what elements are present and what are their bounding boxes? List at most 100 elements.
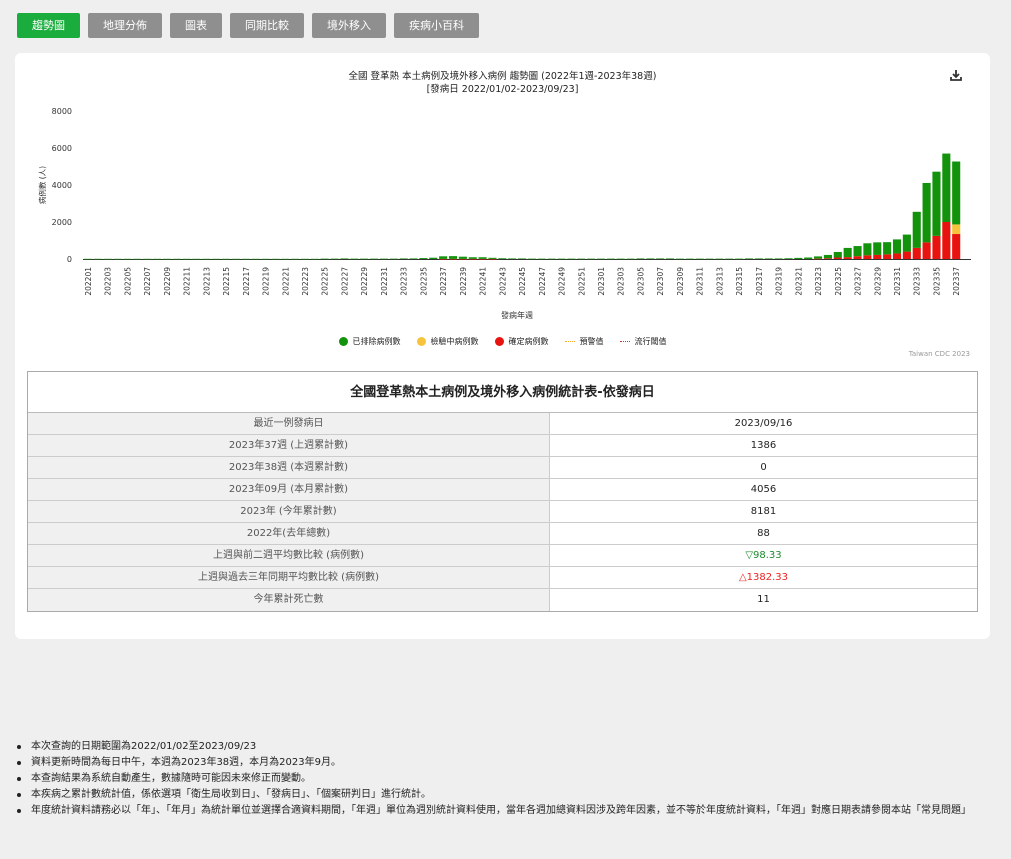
tab-3[interactable]: 同期比較 <box>230 13 304 38</box>
bar-segment <box>902 234 911 252</box>
x-tick-label: 202221 <box>281 267 290 296</box>
bar-segment <box>823 258 832 259</box>
bar-segment <box>399 258 408 260</box>
stats-row: 2023年09月 (本月累計數) 4056 <box>28 479 977 501</box>
y-tick-label: 6000 <box>52 144 72 153</box>
bar-segment <box>212 258 221 260</box>
x-tick-label: 202337 <box>952 267 961 296</box>
x-tick-label: 202207 <box>143 267 152 296</box>
legend-item[interactable]: 確定病例數 <box>494 336 549 347</box>
tab-4[interactable]: 境外移入 <box>312 13 386 38</box>
bar-segment <box>646 258 655 260</box>
bar-segment <box>596 258 606 260</box>
bar-segment <box>162 258 171 260</box>
stats-row: 2023年37週 (上週累計數) 1386 <box>28 435 977 457</box>
x-tick-label: 202233 <box>400 267 409 296</box>
x-tick-label: 202303 <box>617 267 626 296</box>
y-tick-label: 2000 <box>52 218 72 227</box>
bar-segment <box>814 256 823 259</box>
bar-segment <box>192 258 201 260</box>
x-tick-label: 202311 <box>696 267 705 296</box>
bar-segment <box>577 258 586 260</box>
legend-item[interactable]: 預警值 <box>564 336 604 347</box>
bar-segment <box>942 222 951 259</box>
bar-segment <box>143 258 152 260</box>
bar-segment <box>873 242 882 255</box>
bar-segment <box>883 242 892 255</box>
tab-2[interactable]: 圖表 <box>170 13 222 38</box>
bar-segment <box>458 256 467 259</box>
bar-segment <box>300 258 310 260</box>
bar-segment <box>814 258 823 260</box>
bar-segment <box>379 258 388 260</box>
bar-segment <box>932 235 941 260</box>
bar-segment <box>952 224 961 235</box>
x-tick-label: 202323 <box>814 267 823 296</box>
bar-segment <box>912 211 921 248</box>
stats-row-value: 0 <box>550 457 977 478</box>
bar-segment <box>695 258 704 260</box>
bar-segment <box>873 254 882 259</box>
note-item: 年度統計資料請務必以「年」、「年月」為統計單位並選擇合適資料期間，「年週」單位為… <box>16 803 991 819</box>
bar-segment <box>498 258 507 259</box>
tab-bar: 趨勢圖 地理分佈 圖表 同期比較 境外移入 疾病小百科 <box>17 13 479 38</box>
bar-segment <box>685 258 694 260</box>
bar-segment <box>892 253 902 259</box>
stats-row-value: 2023/09/16 <box>550 413 977 434</box>
tab-0[interactable]: 趨勢圖 <box>17 13 80 38</box>
bar-segment <box>251 258 260 260</box>
bar-segment <box>370 258 379 260</box>
bar-segment <box>468 257 477 259</box>
x-tick-label: 202227 <box>341 267 350 296</box>
x-tick-label: 202325 <box>834 267 843 296</box>
bar-segment <box>952 161 961 225</box>
bar-segment <box>93 258 102 260</box>
stats-row: 2022年(去年總數) 88 <box>28 523 977 545</box>
y-tick-label: 4000 <box>52 181 72 190</box>
tab-1[interactable]: 地理分佈 <box>88 13 162 38</box>
x-tick-label: 202329 <box>873 267 882 296</box>
x-tick-label: 202209 <box>163 267 172 296</box>
chart-credit: Taiwan CDC 2023 <box>908 350 970 358</box>
bar-segment <box>182 258 191 260</box>
x-tick-label: 202247 <box>538 267 547 296</box>
legend-dot-icon <box>416 337 426 346</box>
bar-segment <box>626 258 635 260</box>
x-tick-label: 202205 <box>123 267 132 296</box>
bar-segment <box>527 258 536 260</box>
stats-row: 2023年 (今年累計數) 8181 <box>28 501 977 523</box>
legend-label: 已排除病例數 <box>352 337 401 346</box>
bar-segment <box>478 258 487 260</box>
bar-segment <box>656 258 665 260</box>
legend-item[interactable]: 流行閾值 <box>619 336 667 347</box>
bar-segment <box>636 258 645 260</box>
trend-chart: 0 2000 4000 6000 8000 202201 202203 202205 20220… <box>37 107 971 320</box>
bar-segment <box>843 257 852 259</box>
stats-row: 今年累計死亡數 11 <box>28 589 977 611</box>
x-tick-label: 202215 <box>222 267 231 296</box>
bar-segment <box>518 258 527 260</box>
bar-segment <box>715 258 724 260</box>
legend-item[interactable]: 已排除病例數 <box>338 336 401 347</box>
stats-row-value: 4056 <box>550 479 977 500</box>
legend-item[interactable]: 檢驗中病例數 <box>416 336 479 347</box>
stats-row-label: 2023年09月 (本月累計數) <box>28 479 550 500</box>
x-tick-label: 202305 <box>637 267 646 296</box>
bar-segment <box>666 258 675 260</box>
x-tick-label: 202327 <box>854 267 863 296</box>
bar-segment <box>508 258 517 260</box>
legend-dash-icon <box>564 341 575 342</box>
bar-segment <box>222 258 231 260</box>
tab-5[interactable]: 疾病小百科 <box>394 13 479 38</box>
note-item: 資料更新時間為每日中午，本週為2023年38週，本月為2023年9月。 <box>16 755 991 771</box>
bar-segment <box>291 258 300 260</box>
x-tick-label: 202213 <box>202 267 211 296</box>
bar-segment <box>567 258 576 260</box>
bar-segment <box>241 258 250 260</box>
legend-label: 預警值 <box>579 337 604 346</box>
x-tick-label: 202301 <box>597 267 606 296</box>
bar-segment <box>320 258 329 260</box>
legend-label: 確定病例數 <box>508 337 549 346</box>
note-item: 本查詢結果為系統自動產生，數據隨時可能因未來修正而變動。 <box>16 771 991 787</box>
note-item: 本疾病之累計數統計值，係依選項「衛生局收到日」、「發病日」、「個案研判日」進行統… <box>16 787 991 803</box>
